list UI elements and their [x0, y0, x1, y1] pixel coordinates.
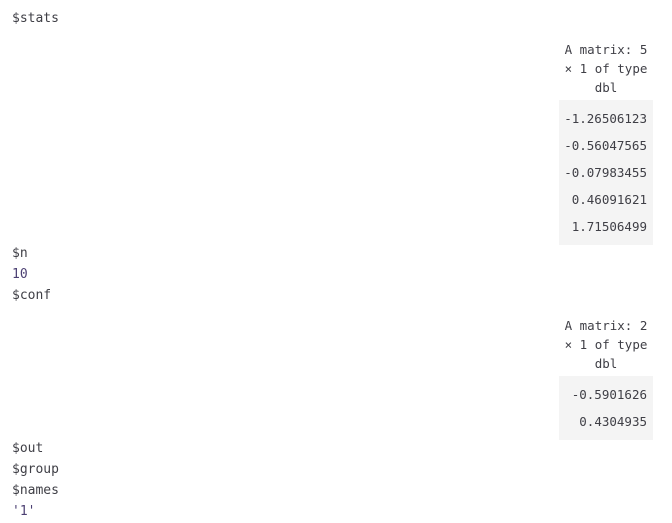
matrix-output-stats: A matrix: 5 × 1 of type dbl -1.26506123 … [559, 40, 653, 245]
output-line-out-key: $out [12, 441, 44, 456]
output-group-out-group-names: $out $group $names '1' [12, 438, 59, 522]
matrix-cell: -0.5901626 [571, 387, 647, 402]
matrix-cell: -0.56047565 [564, 138, 647, 153]
output-line-stats-key: $stats [12, 11, 59, 26]
matrix-body-stats: -1.26506123 -0.56047565 -0.07983455 0.46… [559, 100, 653, 245]
output-line-group-key: $group [12, 462, 59, 477]
matrix-body-conf: -0.5901626 0.4304935 [559, 376, 653, 440]
output-line-conf-key: $conf [12, 288, 52, 303]
output-line-names-value: '1' [12, 504, 36, 519]
output-line-names-key: $names [12, 483, 59, 498]
matrix-output-conf: A matrix: 2 × 1 of type dbl -0.5901626 0… [559, 316, 653, 440]
output-group-n-conf: $n 10 $conf [12, 243, 51, 306]
matrix-cell: -1.26506123 [564, 111, 647, 126]
matrix-cell: -0.07983455 [564, 165, 647, 180]
matrix-cell: 0.46091621 [571, 192, 647, 207]
matrix-caption-conf: A matrix: 2 × 1 of type dbl [564, 318, 648, 371]
matrix-cell: 1.71506499 [571, 219, 647, 234]
output-line-n-value: 10 [12, 267, 28, 282]
matrix-caption-stats: A matrix: 5 × 1 of type dbl [564, 42, 648, 95]
output-group-stats: $stats [12, 8, 59, 29]
matrix-cell: 0.4304935 [579, 414, 647, 429]
output-line-n-key: $n [12, 246, 28, 261]
